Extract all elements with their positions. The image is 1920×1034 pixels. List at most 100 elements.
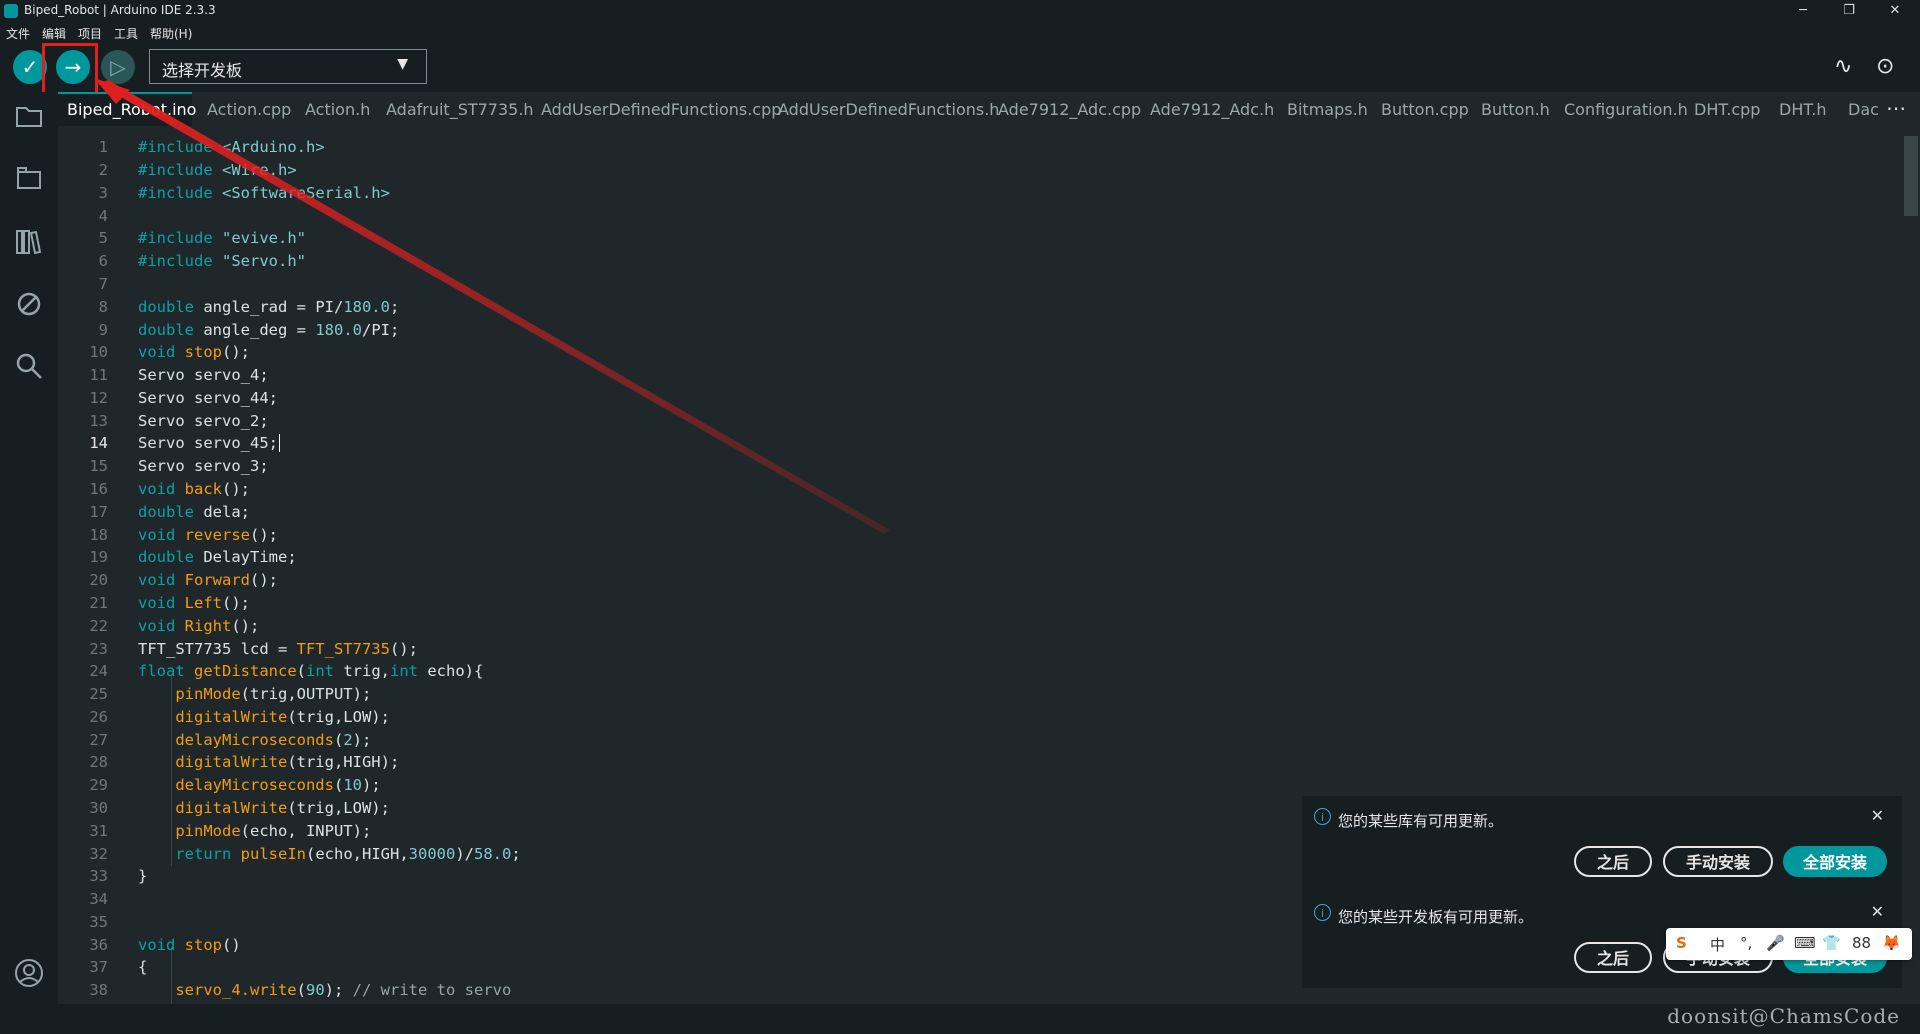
menu-bar: 文件 编辑 项目 工具 帮助(H) — [0, 22, 1920, 42]
microphone-icon[interactable]: 🎤 — [1766, 934, 1785, 952]
menu-file[interactable]: 文件 — [6, 25, 30, 42]
code-text: void stop() — [138, 936, 241, 954]
line-number: 18 — [89, 526, 108, 544]
code-text: } — [138, 867, 148, 885]
close-icon[interactable]: ✕ — [1871, 902, 1884, 921]
folder-icon[interactable] — [14, 104, 44, 134]
code-text: delayMicroseconds(10); — [175, 776, 381, 794]
sogou-logo-icon[interactable]: S — [1676, 934, 1687, 952]
more-tabs-icon[interactable]: ⋯ — [1886, 96, 1906, 120]
line-number: 27 — [89, 731, 108, 749]
upload-highlight-box — [42, 43, 98, 98]
line-number: 13 — [89, 412, 108, 430]
code-text: void Left(); — [138, 594, 250, 612]
serial-plotter-icon[interactable]: ∿ — [1834, 54, 1852, 79]
debug-icon[interactable] — [14, 290, 44, 320]
restore-button[interactable]: ❐ — [1826, 0, 1872, 22]
editor-scrollbar-thumb[interactable] — [1904, 136, 1918, 216]
tab-bitmaps-h[interactable]: Bitmaps.h — [1287, 100, 1368, 119]
chevron-down-icon: ▼ — [397, 56, 408, 72]
code-text: #include <Arduino.h> — [138, 138, 325, 156]
line-number: 36 — [89, 936, 108, 954]
close-window-button[interactable]: ✕ — [1872, 0, 1918, 22]
tab-dac[interactable]: Dac — [1848, 100, 1879, 119]
menu-edit[interactable]: 编辑 — [42, 25, 66, 42]
tab-configuration-h[interactable]: Configuration.h — [1564, 100, 1688, 119]
line-number: 8 — [98, 298, 108, 316]
menu-help[interactable]: 帮助(H) — [150, 25, 192, 42]
line-number: 16 — [89, 480, 108, 498]
code-text: Servo servo_3; — [138, 457, 269, 475]
info-icon: i — [1314, 808, 1331, 825]
board-select-dropdown[interactable]: 选择开发板 ▼ — [149, 49, 427, 84]
tab-adduserdefinedfunctions-cpp[interactable]: AddUserDefinedFunctions.cpp — [541, 100, 781, 119]
line-number: 9 — [98, 321, 108, 339]
ime-chinese-mode[interactable]: 中 — [1710, 934, 1725, 955]
mascot-icon[interactable]: 🦊 — [1882, 934, 1901, 952]
keyboard-icon[interactable]: ⌨ — [1794, 934, 1816, 952]
boards-manager-icon[interactable] — [14, 166, 44, 196]
later-button[interactable]: 之后 — [1574, 942, 1652, 973]
later-button[interactable]: 之后 — [1574, 846, 1652, 877]
line-number: 37 — [89, 958, 108, 976]
close-icon[interactable]: ✕ — [1871, 806, 1884, 825]
line-number: 34 — [89, 890, 108, 908]
line-number: 20 — [89, 571, 108, 589]
tab-ade7912-adc-h[interactable]: Ade7912_Adc.h — [1150, 100, 1274, 119]
code-text: double DelayTime; — [138, 548, 297, 566]
toolbox-icon[interactable]: 88 — [1852, 934, 1871, 952]
tab-action-h[interactable]: Action.h — [305, 100, 370, 119]
line-number: 2 — [98, 161, 108, 179]
line-number: 7 — [98, 275, 108, 293]
serial-monitor-icon[interactable]: ⊙ — [1876, 54, 1894, 79]
manual-install-button[interactable]: 手动安装 — [1663, 846, 1773, 877]
line-number: 22 — [89, 617, 108, 635]
line-number: 25 — [89, 685, 108, 703]
code-text: void back(); — [138, 480, 250, 498]
tab-ade7912-adc-cpp[interactable]: Ade7912_Adc.cpp — [998, 100, 1141, 119]
window-title: Biped_Robot | Arduino IDE 2.3.3 — [24, 3, 216, 17]
tab-button-cpp[interactable]: Button.cpp — [1381, 100, 1469, 119]
skin-icon[interactable]: 👕 — [1822, 934, 1841, 952]
search-icon[interactable] — [14, 352, 44, 382]
line-number: 1 — [98, 138, 108, 156]
tab-adduserdefinedfunctions-h[interactable]: AddUserDefinedFunctions.h — [778, 100, 999, 119]
line-number: 35 — [89, 913, 108, 931]
menu-tools[interactable]: 工具 — [114, 25, 138, 42]
code-text: #include <Wire.h> — [138, 161, 297, 179]
code-text: #include <SoftwareSerial.h> — [138, 184, 390, 202]
code-text: Servo servo_45; — [138, 434, 280, 452]
line-number: 11 — [89, 366, 108, 384]
status-bar — [0, 1010, 1920, 1034]
arduino-app-icon — [4, 4, 18, 18]
menu-sketch[interactable]: 项目 — [78, 25, 102, 42]
watermark: doonsit@ChamsCode — [1667, 1004, 1900, 1028]
code-text: #include "evive.h" — [138, 229, 306, 247]
code-text: Servo servo_44; — [138, 389, 278, 407]
tab-dht-cpp[interactable]: DHT.cpp — [1694, 100, 1760, 119]
debug-button[interactable]: ▷ — [101, 50, 135, 84]
tab-dht-h[interactable]: DHT.h — [1779, 100, 1826, 119]
code-text: void Forward(); — [138, 571, 278, 589]
code-text: { — [138, 958, 148, 976]
code-text: #include "Servo.h" — [138, 252, 306, 270]
line-number: 26 — [89, 708, 108, 726]
line-number: 29 — [89, 776, 108, 794]
line-number: 6 — [98, 252, 108, 270]
tab-adafruit-st7735-h[interactable]: Adafruit_ST7735.h — [386, 100, 534, 119]
line-number-current: 14 — [89, 434, 108, 452]
notification-message: 您的某些库有可用更新。 — [1338, 812, 1504, 830]
install-all-button[interactable]: 全部安装 — [1783, 846, 1887, 877]
code-text: delayMicroseconds(2); — [175, 731, 372, 749]
library-icon[interactable] — [14, 228, 44, 258]
tab-button-h[interactable]: Button.h — [1481, 100, 1550, 119]
tab-biped-robot-ino[interactable]: Biped_Robot.ino — [67, 100, 196, 119]
editor-scrollbar-track[interactable] — [1904, 126, 1920, 1004]
line-number: 10 — [89, 343, 108, 361]
ime-punctuation-icon[interactable]: °, — [1740, 934, 1752, 952]
account-icon[interactable] — [14, 958, 44, 988]
info-icon: i — [1314, 904, 1331, 921]
code-text: TFT_ST7735 lcd = TFT_ST7735(); — [138, 640, 418, 658]
tab-action-cpp[interactable]: Action.cpp — [207, 100, 291, 119]
minimize-button[interactable]: ─ — [1780, 0, 1826, 22]
